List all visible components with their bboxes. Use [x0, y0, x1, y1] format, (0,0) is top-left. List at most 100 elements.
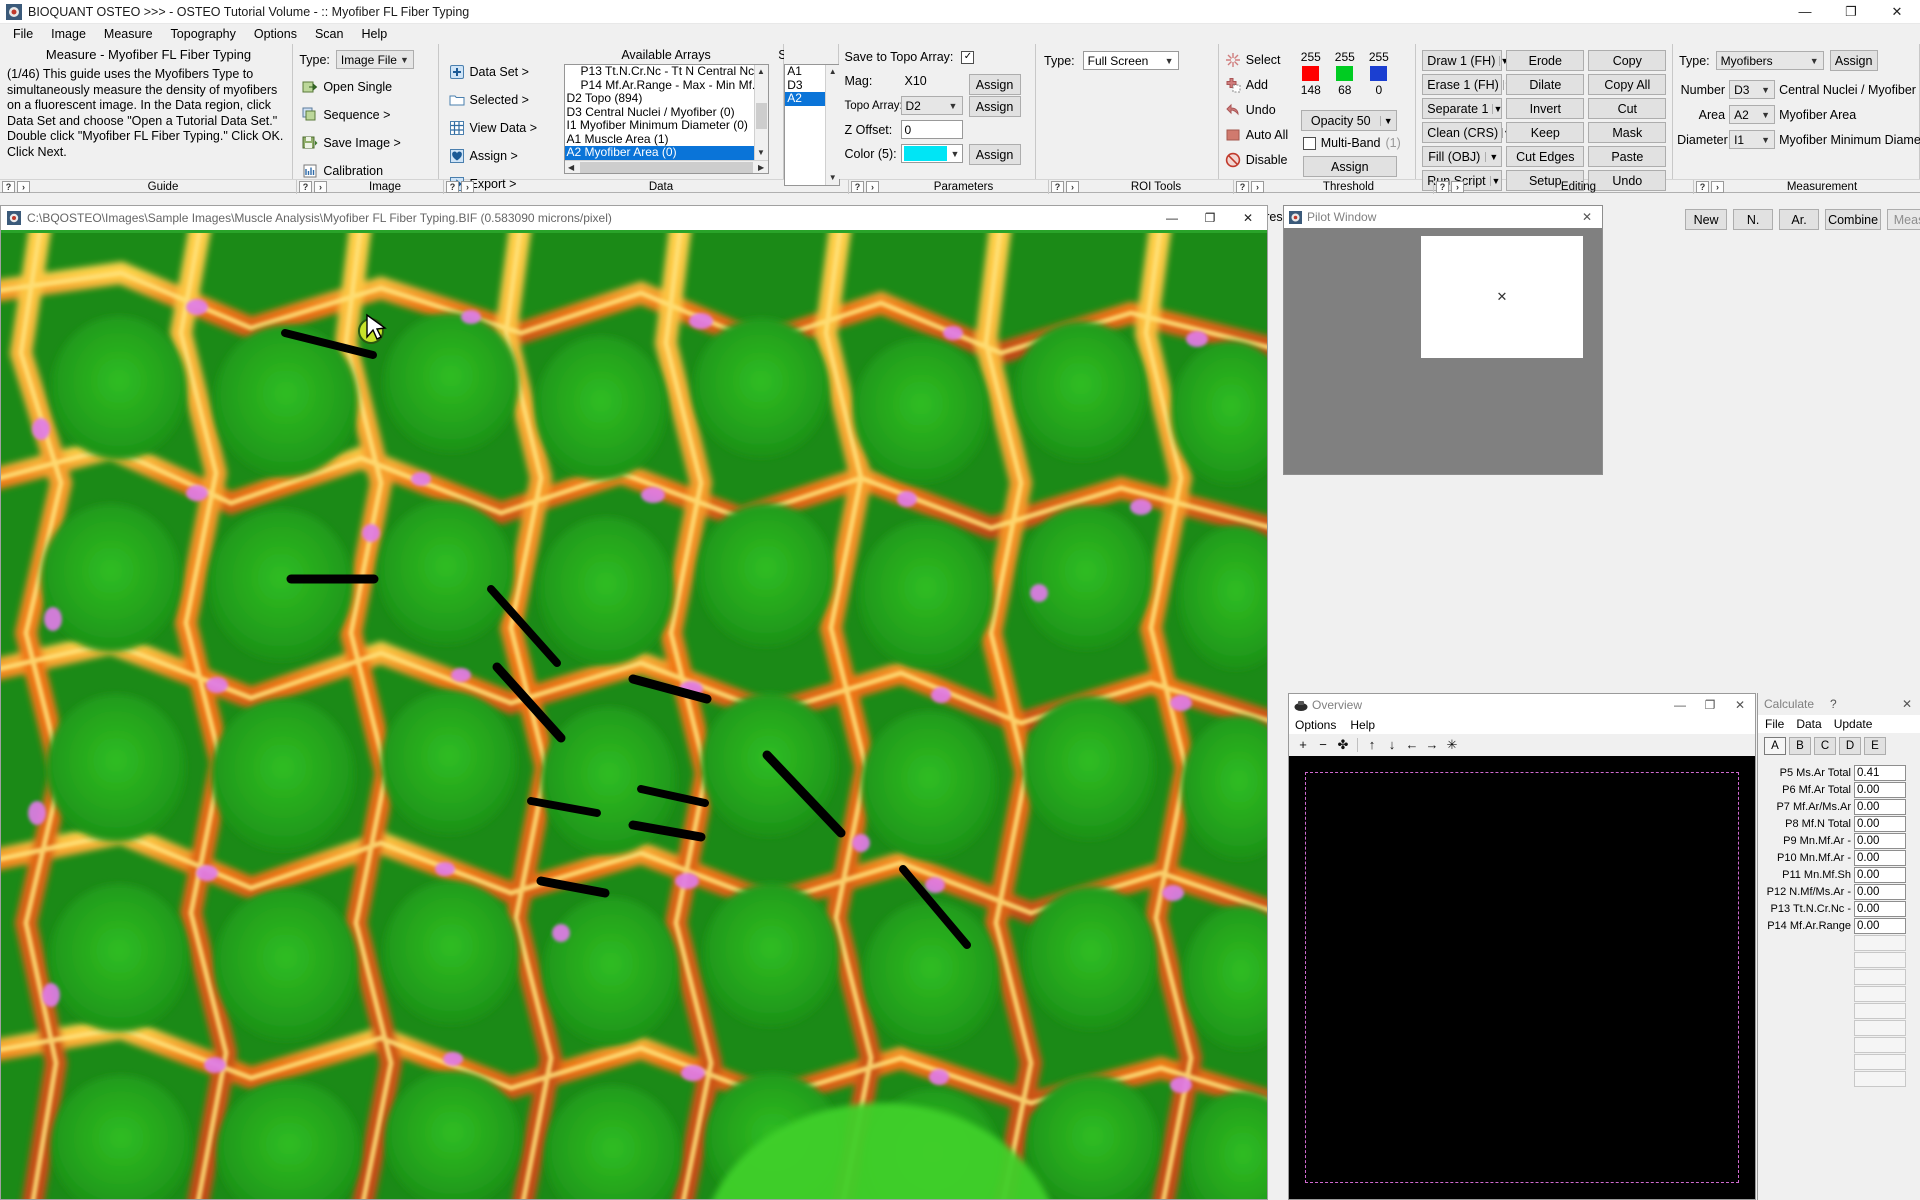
list-item[interactable]: P14 Mf.Ar.Range - Max - Min Mf.Ar (	[565, 79, 754, 93]
area-measurement-button[interactable]: Ar.	[1779, 209, 1820, 230]
chevron-down-icon[interactable]: ▼	[1379, 115, 1396, 126]
chevron-down-icon[interactable]: ▼	[1485, 151, 1501, 162]
calc-value-empty[interactable]	[1854, 986, 1906, 1002]
center-icon[interactable]: ✳	[1442, 737, 1462, 753]
measurement-number-select[interactable]: D3 ▼	[1729, 80, 1776, 99]
help-icon[interactable]: ?	[299, 181, 312, 193]
calibration-button[interactable]: Calibration	[302, 161, 400, 180]
multi-band-checkbox[interactable]	[1302, 136, 1316, 150]
dilate-button[interactable]: Dilate	[1506, 74, 1585, 95]
copy-button[interactable]: Copy	[1588, 50, 1667, 71]
combine-button[interactable]: Combine	[1825, 209, 1882, 230]
calculate-menu-file[interactable]: File	[1765, 717, 1784, 731]
calculate-help-icon[interactable]: ?	[1830, 697, 1837, 711]
calculate-menu-update[interactable]: Update	[1834, 717, 1873, 731]
calc-value-empty[interactable]	[1854, 969, 1906, 985]
z-offset-input[interactable]: 0	[900, 120, 963, 139]
erode-button[interactable]: Erode	[1506, 50, 1585, 71]
move-down-icon[interactable]: ↓	[1382, 737, 1402, 752]
maximize-button[interactable]: ❐	[1828, 0, 1874, 24]
list-item[interactable]: I1 Myofiber Minimum Diameter (0)	[565, 119, 754, 133]
threshold-add-button[interactable]: Add	[1225, 75, 1288, 94]
move-up-icon[interactable]: ↑	[1362, 737, 1382, 752]
threshold-assign-button[interactable]: Assign	[1302, 156, 1397, 177]
calc-value-empty[interactable]	[1854, 1003, 1906, 1019]
number-measurement-button[interactable]: N.	[1733, 209, 1774, 230]
list-item[interactable]: D2 Topo (894)	[565, 92, 754, 106]
calculate-tab-e[interactable]: E	[1864, 737, 1886, 755]
image-window-minimize[interactable]: —	[1153, 206, 1191, 230]
calc-value[interactable]: 0.00	[1854, 901, 1906, 917]
available-arrays-hscrollbar[interactable]: ◀ ▶	[564, 160, 768, 173]
cut-edges-button[interactable]: Cut Edges	[1506, 146, 1585, 167]
threshold-auto-all-button[interactable]: Auto All	[1225, 125, 1288, 144]
separate-tool-select[interactable]: Separate 1 ▼	[1422, 98, 1502, 119]
menu-help[interactable]: Help	[352, 25, 396, 43]
calc-value[interactable]: 0.00	[1854, 833, 1906, 849]
assign-topo-button[interactable]: Assign	[968, 96, 1021, 117]
menu-measure[interactable]: Measure	[95, 25, 162, 43]
overview-window-minimize[interactable]: —	[1665, 694, 1695, 716]
copy-all-button[interactable]: Copy All	[1588, 74, 1667, 95]
cut-button[interactable]: Cut	[1588, 98, 1667, 119]
roi-type-select[interactable]: Full Screen ▼	[1082, 51, 1179, 70]
zoom-in-icon[interactable]: +	[1293, 737, 1313, 752]
invert-button[interactable]: Invert	[1506, 98, 1585, 119]
calculate-tab-d[interactable]: D	[1839, 737, 1861, 755]
available-arrays-listbox[interactable]: P13 Tt.N.Cr.Nc - Tt N Central Nc (1) P14…	[563, 64, 769, 174]
overview-menu-options[interactable]: Options	[1295, 718, 1344, 732]
threshold-disable-button[interactable]: Disable	[1225, 150, 1288, 169]
calc-value[interactable]: 0.00	[1854, 782, 1906, 798]
menu-scan[interactable]: Scan	[306, 25, 353, 43]
help-icon[interactable]: ?	[2, 181, 15, 193]
assign-color-button[interactable]: Assign	[968, 144, 1021, 165]
list-item-selected[interactable]: A2 Myofiber Area (0)	[564, 146, 754, 160]
help-icon[interactable]: ?	[1436, 181, 1449, 193]
overview-canvas[interactable]	[1289, 756, 1755, 1199]
erase-tool-select[interactable]: Erase 1 (FH)▼	[1422, 74, 1513, 95]
fill-tool-select[interactable]: Fill (OBJ) ▼	[1422, 146, 1503, 167]
calc-value[interactable]: 0.00	[1854, 850, 1906, 866]
scroll-thumb[interactable]	[755, 103, 767, 129]
measurement-area-select[interactable]: A2 ▼	[1729, 105, 1776, 124]
assign-data-button[interactable]: Assign >	[449, 146, 538, 165]
menu-options[interactable]: Options	[245, 25, 306, 43]
move-right-icon[interactable]: →	[1422, 737, 1442, 752]
fit-icon[interactable]: ✤	[1333, 737, 1353, 753]
measurement-type-select[interactable]: Myofibers ▼	[1715, 51, 1824, 70]
pilot-preview-panel[interactable]: ✕	[1421, 236, 1583, 358]
topo-array-select[interactable]: D2 ▼	[900, 96, 963, 115]
scroll-down-icon[interactable]: ▼	[754, 146, 768, 160]
calc-value-empty[interactable]	[1854, 1037, 1906, 1053]
save-image-button[interactable]: Save Image >	[302, 133, 401, 152]
expand-icon[interactable]: ›	[1066, 181, 1079, 193]
selected-button[interactable]: Selected >	[449, 90, 538, 109]
calc-value[interactable]: 0.00	[1854, 918, 1906, 934]
new-measurement-button[interactable]: New	[1685, 209, 1728, 230]
assign-mag-button[interactable]: Assign	[968, 74, 1021, 95]
menu-image[interactable]: Image	[42, 25, 95, 43]
threshold-undo-button[interactable]: Undo	[1225, 100, 1288, 119]
expand-icon[interactable]: ›	[866, 181, 879, 193]
available-arrays-vscrollbar[interactable]: ▲ ▼	[753, 65, 768, 160]
data-set-button[interactable]: Data Set >	[449, 62, 538, 81]
save-to-topo-checkbox[interactable]: ✓	[961, 50, 975, 64]
expand-icon[interactable]: ›	[461, 181, 474, 193]
calc-value[interactable]: 0.41	[1854, 765, 1906, 781]
list-item[interactable]: P13 Tt.N.Cr.Nc - Tt N Central Nc (1)	[565, 65, 754, 79]
clean-tool-select[interactable]: Clean (CRS)▼	[1422, 122, 1512, 143]
expand-icon[interactable]: ›	[1451, 181, 1464, 193]
calculate-menu-data[interactable]: Data	[1796, 717, 1821, 731]
open-single-button[interactable]: Open Single	[302, 77, 400, 96]
expand-icon[interactable]: ›	[314, 181, 327, 193]
view-data-button[interactable]: View Data >	[449, 118, 537, 137]
paste-button[interactable]: Paste	[1588, 146, 1667, 167]
list-item-selected[interactable]: A2	[785, 92, 826, 106]
opacity-select[interactable]: Opacity 50 ▼	[1300, 110, 1397, 131]
close-button[interactable]: ✕	[1874, 0, 1920, 24]
calc-value[interactable]: 0.00	[1854, 884, 1906, 900]
expand-icon[interactable]: ›	[1711, 181, 1724, 193]
calc-value-empty[interactable]	[1854, 1071, 1906, 1087]
zoom-out-icon[interactable]: −	[1313, 737, 1333, 752]
image-window-maximize[interactable]: ❐	[1191, 206, 1229, 230]
